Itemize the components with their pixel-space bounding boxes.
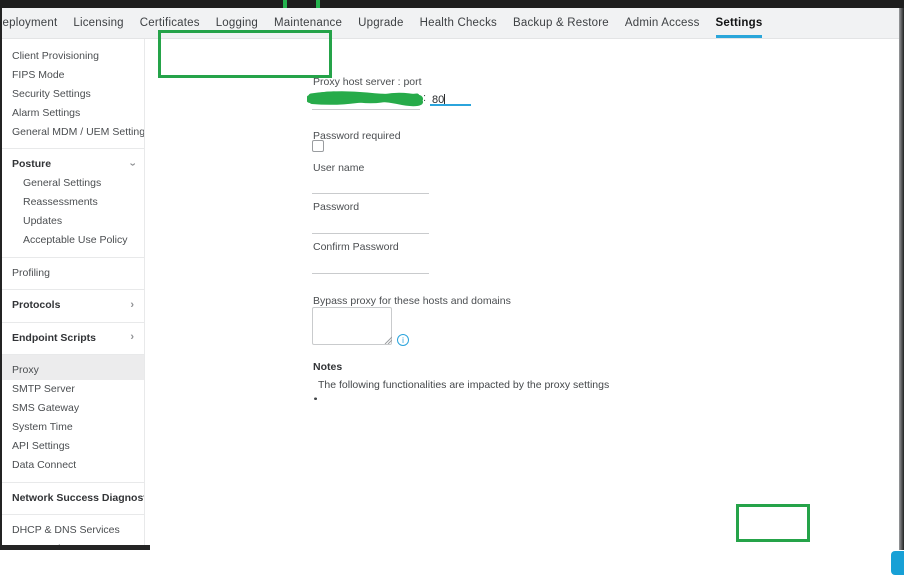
sidebar-item[interactable]: FIPS Mode xyxy=(2,65,144,84)
sidebar-item-label: Alarm Settings xyxy=(12,106,81,119)
nav-tab-label: Backup & Restore xyxy=(513,17,609,29)
nav-tab-label: Admin Access xyxy=(624,17,700,29)
sidebar-item[interactable]: System Time xyxy=(2,418,144,437)
sidebar-item-label: Updates xyxy=(23,215,63,227)
bypass-proxy-textarea[interactable] xyxy=(312,307,392,345)
proxy-settings-panel: Proxy host server : port : 80 Password r… xyxy=(146,39,904,575)
sidebar-item-label: DHCP & DNS Services xyxy=(12,524,120,536)
sidebar-item-label: SMTP Server xyxy=(12,383,75,395)
nav-tab-label: Certificates xyxy=(139,17,200,29)
sidebar-item[interactable]: Posture › xyxy=(2,148,144,174)
sidebar-item[interactable]: Security Settings xyxy=(2,84,144,103)
nav-tab-label: Logging xyxy=(215,17,259,29)
nav-tab-label: Health Checks xyxy=(419,17,497,29)
password-required-checkbox[interactable] xyxy=(312,140,324,152)
redaction-scribble xyxy=(307,91,423,107)
sidebar-item[interactable]: Profiling xyxy=(2,256,144,283)
sidebar-item[interactable]: Client Provisioning xyxy=(2,46,144,65)
chevron-icon: › xyxy=(130,331,134,343)
nav-tab[interactable]: Deployment xyxy=(0,8,57,38)
nav-tab[interactable]: Admin Access xyxy=(625,8,700,38)
nav-tab[interactable]: Backup & Restore xyxy=(513,8,609,38)
settings-top-nav: Deployment Licensing Certificates Loggin… xyxy=(0,8,899,39)
sidebar-item[interactable]: Reassessments xyxy=(2,193,144,212)
sidebar-item-label: API Settings xyxy=(12,440,70,452)
nav-tab[interactable]: Licensing xyxy=(73,8,123,38)
sidebar-item-label: Security Settings xyxy=(12,87,91,100)
confirm-password-field[interactable] xyxy=(312,258,429,274)
sidebar-item[interactable]: Data Connect xyxy=(2,456,144,475)
sidebar-item-label: Posture xyxy=(12,158,52,170)
sidebar-item-label: Network Success Diagnostics xyxy=(12,491,144,504)
sidebar-item[interactable]: API Settings xyxy=(2,437,144,456)
sidebar-item-label: Endpoint Scripts xyxy=(12,331,96,344)
sidebar-item[interactable]: Network Success Diagnostics › xyxy=(2,481,144,508)
nav-tab-label: Deployment xyxy=(0,17,58,29)
window-bottom-edge xyxy=(0,545,150,550)
nav-tab[interactable]: Settings xyxy=(715,8,763,38)
sidebar-item[interactable]: Updates xyxy=(2,212,144,231)
notes-title: Notes xyxy=(313,361,343,373)
sidebar-item-label: Profiling xyxy=(12,266,50,279)
sidebar-item-label: Proxy xyxy=(12,364,39,376)
username-label: User name xyxy=(313,162,365,174)
confirm-password-label: Confirm Password xyxy=(313,241,399,253)
bypass-proxy-label: Bypass proxy for these hosts and domains xyxy=(313,295,511,307)
sidebar-item-label: Acceptable Use Policy xyxy=(23,234,128,246)
sidebar-item-label: Client Provisioning xyxy=(12,49,99,62)
sidebar-item[interactable]: DHCP & DNS Services xyxy=(2,514,144,540)
password-label: Password xyxy=(313,201,360,213)
notes-section: Notes The following functionalities are … xyxy=(313,361,733,405)
nav-tab[interactable]: Upgrade xyxy=(358,8,404,38)
notes-intro: The following functionalities are impact… xyxy=(318,379,610,391)
nav-tab-label: Upgrade xyxy=(358,17,404,29)
sidebar-item-label: Reassessments xyxy=(23,196,98,208)
sidebar-item[interactable]: General Settings xyxy=(2,174,144,193)
host-port-separator: : xyxy=(423,92,427,104)
nav-tab-label: Maintenance xyxy=(274,17,343,29)
settings-sidebar: Client Provisioning FIPS Mode Security S… xyxy=(2,39,145,545)
sidebar-item[interactable]: Protocols › xyxy=(2,289,144,315)
sidebar-item-label: System Time xyxy=(12,421,73,433)
chevron-icon: › xyxy=(126,162,139,166)
annotation-tick-mark xyxy=(316,0,320,8)
nav-tab[interactable]: Certificates xyxy=(140,8,200,38)
nav-tab[interactable]: Logging xyxy=(216,8,258,38)
sidebar-item-label: Data Connect xyxy=(12,459,77,471)
sidebar-item-label: Protocols xyxy=(12,299,61,311)
window-left-edge xyxy=(0,8,2,550)
nav-tab[interactable]: Maintenance xyxy=(274,8,342,38)
sidebar-item[interactable]: Acceptable Use Policy xyxy=(2,231,144,250)
save-button[interactable]: Save xyxy=(891,551,904,575)
sidebar-item[interactable]: Alarm Settings xyxy=(2,103,144,122)
password-required-label: Password required xyxy=(313,130,401,142)
sidebar-item[interactable]: Proxy xyxy=(2,354,144,380)
sidebar-item[interactable]: Endpoint Scripts › xyxy=(2,321,144,348)
sidebar-item-label: General Settings xyxy=(23,177,102,189)
chevron-icon: › xyxy=(130,298,134,311)
sidebar-item[interactable]: General MDM / UEM Settings xyxy=(2,122,144,141)
port-input-focus-underline xyxy=(430,104,471,106)
proxy-host-input[interactable] xyxy=(312,109,420,110)
proxy-host-port-label: Proxy host server : port xyxy=(313,76,422,88)
username-field[interactable] xyxy=(312,178,429,194)
password-field[interactable] xyxy=(312,218,429,234)
sidebar-item-label: SMS Gateway xyxy=(12,402,80,414)
nav-tab-label: Settings xyxy=(715,17,763,29)
sidebar-item-label: FIPS Mode xyxy=(12,68,65,81)
sidebar-item[interactable]: SMTP Server xyxy=(2,380,144,399)
annotation-tick-mark xyxy=(283,0,287,8)
info-icon[interactable]: i xyxy=(397,334,409,346)
sidebar-item[interactable]: SMS Gateway xyxy=(2,399,144,418)
window-right-edge xyxy=(899,8,904,550)
nav-tab-label: Licensing xyxy=(73,17,124,29)
sidebar-item-label: General MDM / UEM Settings xyxy=(12,125,145,138)
nav-tab[interactable]: Health Checks xyxy=(420,8,497,38)
window-top-bar xyxy=(0,0,904,8)
